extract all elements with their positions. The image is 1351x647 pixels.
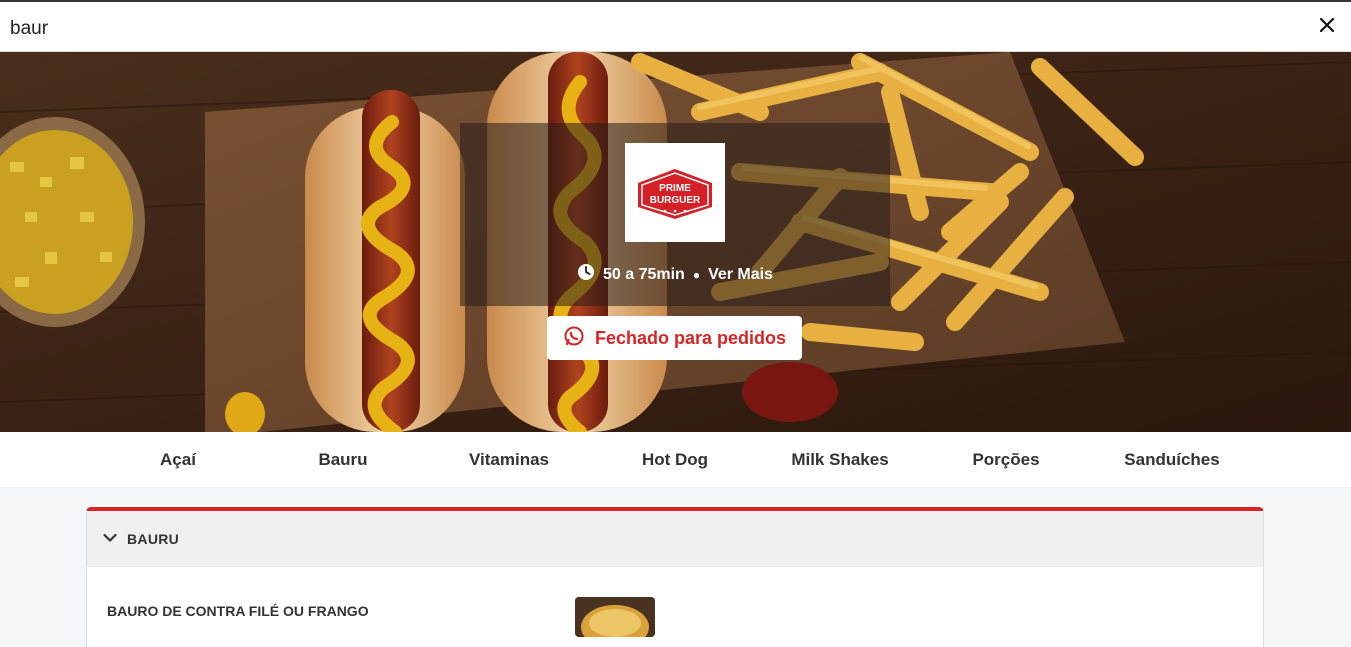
- close-icon[interactable]: [1317, 15, 1337, 35]
- section-header[interactable]: BAURU: [87, 511, 1263, 567]
- delivery-time: 50 a 75min: [602, 265, 685, 283]
- search-input[interactable]: [10, 16, 1290, 42]
- tab-vitaminas[interactable]: Vitaminas: [426, 432, 592, 487]
- whatsapp-icon: [563, 325, 585, 352]
- separator-dot: ●: [692, 267, 701, 282]
- section-title: BAURU: [127, 531, 180, 547]
- closed-status-button[interactable]: Fechado para pedidos: [547, 316, 802, 360]
- tab-porcoes[interactable]: Porções: [923, 432, 1089, 487]
- product-image[interactable]: [575, 597, 655, 637]
- logo-text-burguer: BURGUER: [650, 195, 701, 206]
- chevron-down-icon: [103, 530, 117, 548]
- clock-icon: [577, 263, 595, 286]
- tab-milk-shakes[interactable]: Milk Shakes: [757, 432, 923, 487]
- tab-bauru[interactable]: Bauru: [260, 432, 426, 487]
- tab-acai[interactable]: Açaí: [95, 432, 261, 487]
- search-bar: [0, 0, 1351, 52]
- logo-text-prime: PRIME: [659, 183, 691, 194]
- delivery-info: 50 a 75min ● Ver Mais: [460, 263, 890, 286]
- closed-status-label: Fechado para pedidos: [594, 327, 787, 348]
- tab-hot-dog[interactable]: Hot Dog: [592, 432, 758, 487]
- tab-sanduiches[interactable]: Sanduíches: [1089, 432, 1255, 487]
- restaurant-logo: PRIME BURGUER: [625, 143, 725, 242]
- hero-banner: PRIME BURGUER 50 a 75min ● Ver Mais Fech…: [0, 52, 1351, 432]
- product-section: BAURU BAURO DE CONTRA FILÉ OU FRANGO: [86, 507, 1264, 647]
- category-nav: Açaí Bauru Vitaminas Hot Dog Milk Shakes…: [0, 432, 1351, 487]
- more-info-link[interactable]: Ver Mais: [708, 266, 773, 284]
- product-name[interactable]: BAURO DE CONTRA FILÉ OU FRANGO: [107, 603, 369, 619]
